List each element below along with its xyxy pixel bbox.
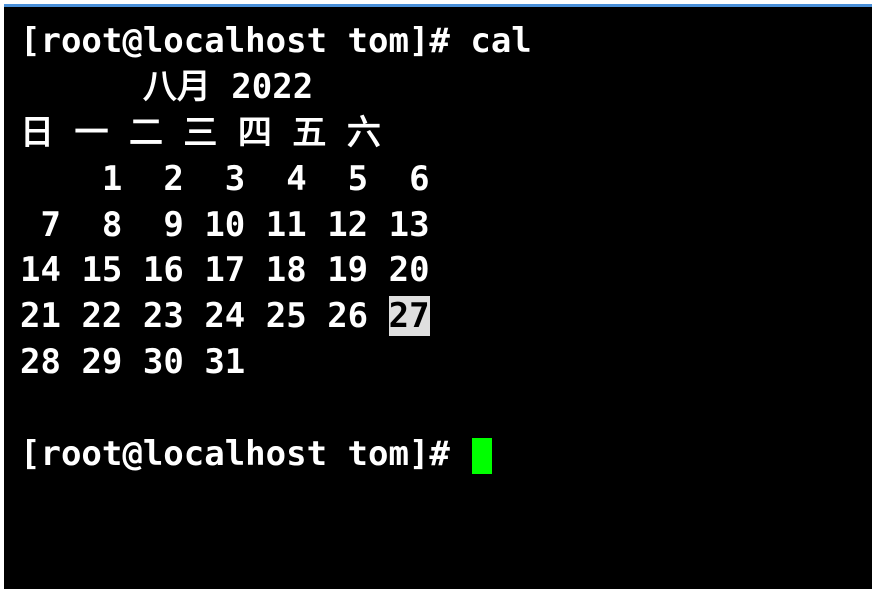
cursor — [472, 438, 492, 474]
prompt-line-1: [root@localhost tom]# cal — [20, 19, 856, 65]
calendar-day: 1 — [81, 159, 122, 199]
calendar-day: 4 — [266, 159, 307, 199]
calendar-day: 5 — [327, 159, 368, 199]
calendar-day: 13 — [389, 205, 430, 245]
calendar-day: 29 — [81, 342, 122, 382]
shell-prompt: [root@localhost tom]# — [20, 434, 470, 474]
calendar-day: 3 — [204, 159, 245, 199]
calendar-day: 30 — [143, 342, 184, 382]
calendar-row: 1 2 3 4 5 6 — [20, 157, 856, 203]
prompt-line-2: [root@localhost tom]# — [20, 432, 856, 478]
calendar-day — [389, 342, 430, 382]
calendar-day: 22 — [81, 296, 122, 336]
calendar-row: 7 8 9 10 11 12 13 — [20, 203, 856, 249]
calendar-day — [266, 342, 307, 382]
calendar-day: 16 — [143, 250, 184, 290]
calendar-day: 2 — [143, 159, 184, 199]
calendar-day: 23 — [143, 296, 184, 336]
calendar-day: 15 — [81, 250, 122, 290]
command-text: cal — [470, 21, 531, 61]
calendar-body: 1 2 3 4 5 6 7 8 9 10 11 12 1314 15 16 17… — [20, 157, 856, 386]
calendar-day: 6 — [389, 159, 430, 199]
calendar-day: 24 — [204, 296, 245, 336]
calendar-day: 17 — [204, 250, 245, 290]
calendar-day: 21 — [20, 296, 61, 336]
calendar-day: 20 — [389, 250, 430, 290]
calendar-day: 27 — [389, 296, 430, 336]
calendar-day: 12 — [327, 205, 368, 245]
calendar-title: 八月 2022 — [20, 65, 856, 111]
calendar-weekday-header: 日 一 二 三 四 五 六 — [20, 111, 856, 157]
shell-prompt: [root@localhost tom]# — [20, 21, 470, 61]
calendar-row: 28 29 30 31 — [20, 340, 856, 386]
calendar-day: 26 — [327, 296, 368, 336]
calendar-row: 14 15 16 17 18 19 20 — [20, 248, 856, 294]
calendar-day — [20, 159, 61, 199]
calendar-day: 9 — [143, 205, 184, 245]
calendar-day: 31 — [204, 342, 245, 382]
calendar-day: 28 — [20, 342, 61, 382]
calendar-day — [327, 342, 368, 382]
calendar-day: 11 — [266, 205, 307, 245]
calendar-row: 21 22 23 24 25 26 27 — [20, 294, 856, 340]
calendar-day: 25 — [266, 296, 307, 336]
terminal-window[interactable]: [root@localhost tom]# cal 八月 2022 日 一 二 … — [4, 4, 872, 589]
blank-line — [20, 386, 856, 432]
calendar-day: 10 — [204, 205, 245, 245]
calendar-day: 7 — [20, 205, 61, 245]
calendar-day: 8 — [81, 205, 122, 245]
calendar-day: 18 — [266, 250, 307, 290]
calendar-day: 14 — [20, 250, 61, 290]
calendar-day: 19 — [327, 250, 368, 290]
